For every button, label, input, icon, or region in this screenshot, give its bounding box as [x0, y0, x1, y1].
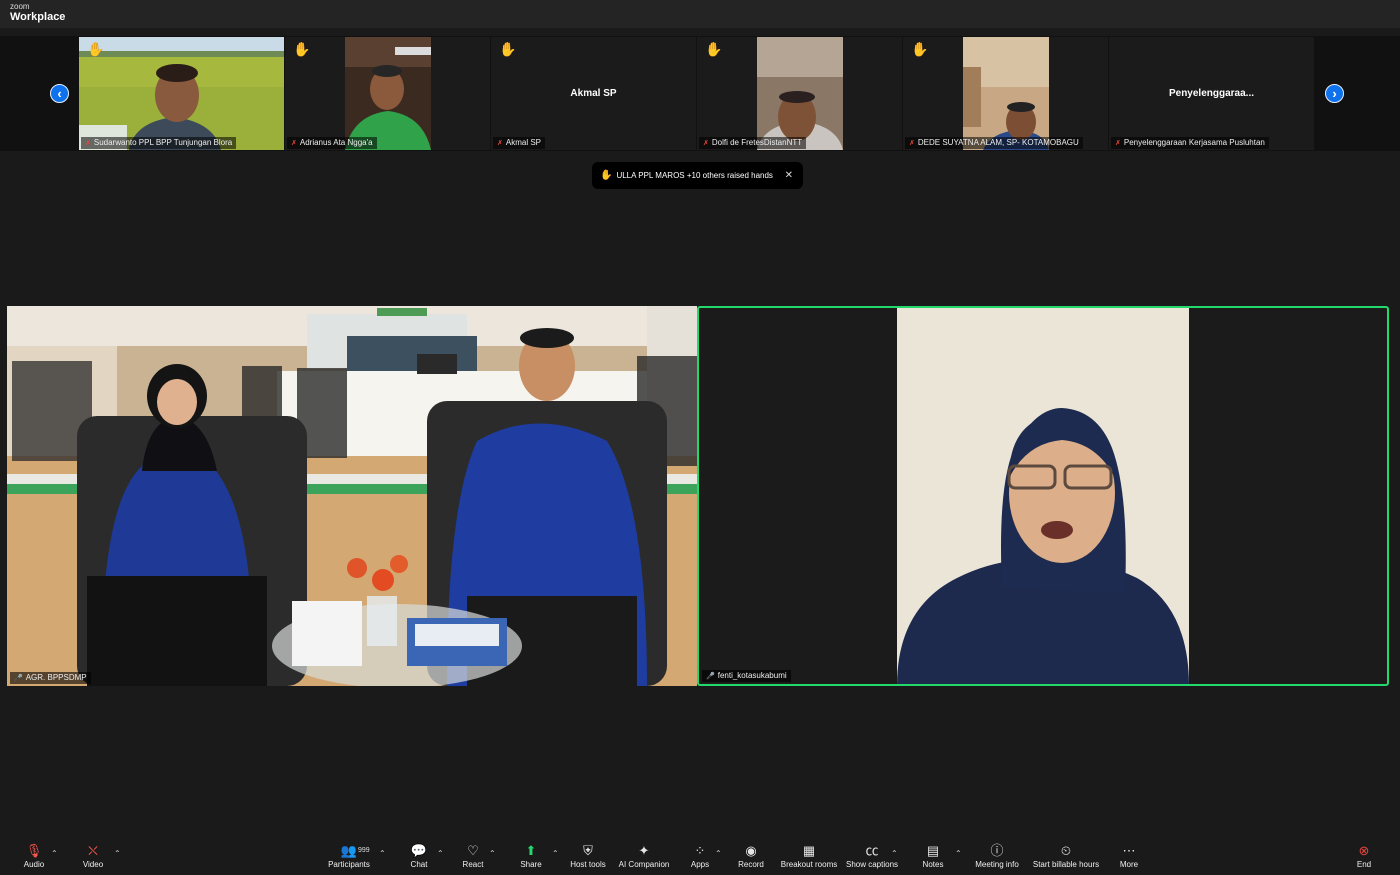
mic-muted-icon: 🎙: [25, 843, 43, 858]
mic-muted-icon: ✗: [909, 140, 915, 147]
gallery-next-button[interactable]: ›: [1325, 84, 1344, 103]
mic-on-icon: 🎤: [14, 675, 23, 682]
sparkle-icon: ✦: [638, 843, 650, 858]
gallery-tile[interactable]: ✋ ✗ Sudarwanto PPL BPP Tunjungan Blora: [79, 37, 284, 150]
chevron-left-icon: ‹: [57, 86, 62, 101]
chevron-right-icon: ›: [1332, 86, 1337, 101]
chat-icon: 💬: [410, 843, 428, 858]
video-off-icon: ⛌: [88, 843, 98, 858]
gallery-tile[interactable]: Penyelenggaraa... ✗ Penyelenggaraan Kerja…: [1109, 37, 1314, 150]
share-options-caret[interactable]: ⌃: [552, 849, 559, 858]
mic-muted-icon: ✗: [1115, 140, 1121, 147]
share-button[interactable]: ⬆ Share: [514, 842, 548, 873]
participants-count: 999: [358, 847, 370, 854]
notes-options-caret[interactable]: ⌃: [955, 849, 962, 858]
participant-display-name: Akmal SP: [570, 88, 617, 99]
participants-options-caret[interactable]: ⌃: [379, 849, 386, 858]
start-billable-hours-button[interactable]: ⏲ Start billable hours: [1032, 842, 1100, 873]
shield-icon: ⛨: [583, 843, 593, 858]
billable-hours-icon: ⏲: [1060, 843, 1072, 858]
participant-name: ✗ Dolfi de FretesDistanNTT: [699, 137, 807, 149]
main-video-left[interactable]: 🎤 AGR. BPPSDMP: [7, 306, 697, 686]
more-icon: ⋯: [1122, 843, 1136, 858]
participant-video: [757, 37, 843, 150]
gallery-tile[interactable]: ✋ ✗ Dolfi de FretesDistanNTT: [697, 37, 902, 150]
react-options-caret[interactable]: ⌃: [489, 849, 496, 858]
record-button[interactable]: ◉ Record: [734, 842, 768, 873]
participant-name: ✗ DEDE SUYATNA ALAM, SP- KOTAMOBAGU: [905, 137, 1083, 149]
participant-video: [7, 306, 697, 686]
end-meeting-button[interactable]: ⊗ End: [1350, 842, 1378, 873]
raised-hands-banner[interactable]: ✋ ULLA PPL MAROS +10 others raised hands …: [592, 162, 803, 189]
audio-options-caret[interactable]: ⌃: [51, 849, 58, 858]
participant-name: ✗ Penyelenggaraan Kerjasama Pusluhtan: [1111, 137, 1269, 149]
participant-name: ✗ Sudarwanto PPL BPP Tunjungan Blora: [81, 137, 237, 149]
apps-icon: ⁘: [694, 843, 706, 858]
participant-display-name: Penyelenggaraa...: [1168, 88, 1255, 99]
more-button[interactable]: ⋯ More: [1112, 842, 1146, 873]
audio-button[interactable]: 🎙 Audio: [14, 842, 54, 873]
apps-options-caret[interactable]: ⌃: [715, 849, 722, 858]
mic-muted-icon: ✗: [497, 140, 503, 147]
share-screen-icon: ⬆: [525, 843, 537, 858]
raised-hand-icon: ✋: [87, 41, 105, 57]
react-button[interactable]: ♡ React: [456, 842, 490, 873]
raised-hand-icon: ✋: [499, 41, 517, 57]
mic-muted-icon: ✗: [85, 140, 91, 147]
close-icon[interactable]: ✕: [785, 162, 793, 189]
ai-companion-button[interactable]: ✦ AI Companion: [616, 842, 672, 873]
participant-name: ✗ Akmal SP: [493, 137, 545, 149]
title-bar: zoom Workplace: [0, 0, 1400, 28]
participant-name: 🎤 fenti_kotasukabumi: [702, 670, 791, 682]
brand-workplace: Workplace: [10, 11, 66, 23]
notes-button[interactable]: ▤ Notes: [916, 842, 950, 873]
gallery-prev-button[interactable]: ‹: [50, 84, 69, 103]
gallery-tile[interactable]: ✋ ✗ DEDE SUYATNA ALAM, SP- KOTAMOBAGU: [903, 37, 1108, 150]
video-options-caret[interactable]: ⌃: [114, 849, 121, 858]
breakout-rooms-button[interactable]: ▦ Breakout rooms: [780, 842, 838, 873]
meeting-info-button[interactable]: ⓘ Meeting info: [972, 842, 1022, 873]
mic-muted-icon: ✗: [291, 140, 297, 147]
mic-on-icon: 🎤: [706, 673, 715, 680]
chat-button[interactable]: 💬 Chat: [402, 842, 436, 873]
main-video-right[interactable]: 🎤 fenti_kotasukabumi: [697, 306, 1389, 686]
host-tools-button[interactable]: ⛨ Host tools: [566, 842, 610, 873]
heart-icon: ♡: [467, 843, 479, 858]
raised-hand-icon: ✋: [293, 41, 311, 57]
notes-icon: ▤: [926, 843, 940, 858]
apps-button[interactable]: ⁘ Apps: [684, 842, 716, 873]
raised-hand-icon: ✋: [911, 41, 929, 57]
mic-muted-icon: ✗: [703, 140, 709, 147]
raised-hand-icon: ✋: [705, 41, 723, 57]
app-brand: zoom Workplace: [10, 3, 65, 23]
participant-video: [79, 37, 284, 150]
brand-zoom: zoom: [10, 2, 30, 11]
captions-options-caret[interactable]: ⌃: [891, 849, 898, 858]
participant-name: ✗ Adrianus Ata Ngga'a: [287, 137, 377, 149]
participant-video: [897, 308, 1189, 684]
gallery-tile[interactable]: ✋ Akmal SP ✗ Akmal SP: [491, 37, 696, 150]
video-button[interactable]: ⛌ Video: [73, 842, 113, 873]
participant-name: 🎤 AGR. BPPSDMP: [10, 672, 91, 684]
record-icon: ◉: [745, 843, 757, 858]
breakout-rooms-icon: ▦: [802, 843, 816, 858]
participant-video: [345, 37, 431, 150]
chat-options-caret[interactable]: ⌃: [437, 849, 444, 858]
info-icon: ⓘ: [990, 843, 1004, 858]
end-icon: ⊗: [1358, 843, 1370, 858]
raised-hands-text: ULLA PPL MAROS +10 others raised hands: [616, 171, 773, 180]
raised-hand-icon: ✋: [600, 170, 613, 181]
gallery-tile[interactable]: ✋ ✗ Adrianus Ata Ngga'a: [285, 37, 490, 150]
participant-video: [963, 37, 1049, 150]
